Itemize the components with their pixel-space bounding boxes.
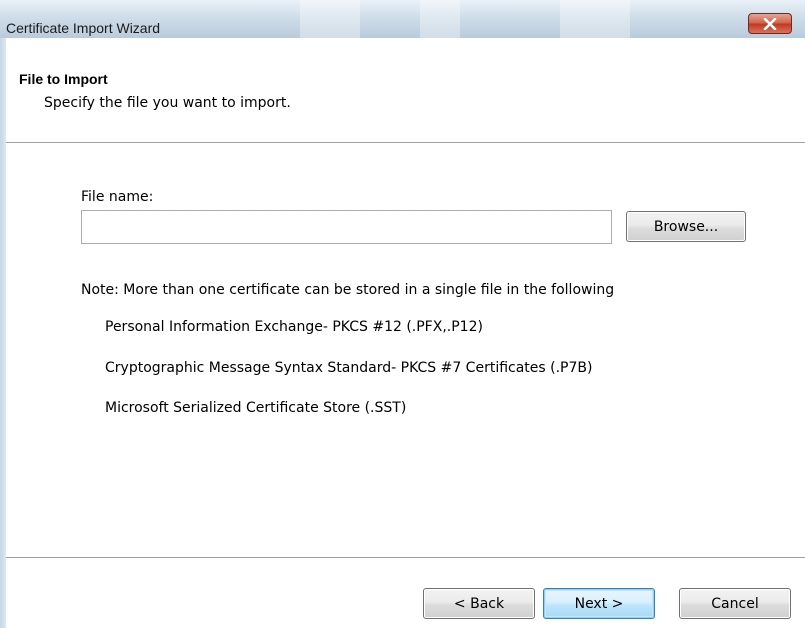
- cancel-button[interactable]: Cancel: [679, 588, 791, 619]
- page-title: File to Import: [19, 71, 108, 87]
- window-title: Certificate Import Wizard: [6, 20, 161, 36]
- file-name-input[interactable]: [81, 210, 612, 244]
- note-text: Note: More than one certificate can be s…: [81, 282, 615, 298]
- title-bar-highlight: [560, 0, 630, 38]
- back-button[interactable]: < Back: [423, 588, 535, 619]
- header-divider: [6, 142, 805, 143]
- next-button[interactable]: Next >: [543, 588, 655, 619]
- format-item-pfx: Personal Information Exchange- PKCS #12 …: [105, 319, 483, 335]
- file-name-label: File name:: [81, 189, 154, 205]
- close-button[interactable]: [748, 13, 792, 34]
- wizard-content: File to Import Specify the file you want…: [6, 38, 805, 628]
- format-item-p7b: Cryptographic Message Syntax Standard- P…: [105, 360, 593, 376]
- format-item-sst: Microsoft Serialized Certificate Store (…: [105, 400, 407, 416]
- title-bar-highlight: [300, 0, 360, 38]
- certificate-import-wizard-window: Certificate Import Wizard File to Import…: [0, 0, 805, 628]
- browse-button[interactable]: Browse...: [626, 211, 746, 242]
- close-icon: [763, 17, 777, 30]
- title-bar[interactable]: Certificate Import Wizard: [0, 0, 805, 38]
- footer-divider: [6, 557, 805, 558]
- title-bar-highlight: [420, 0, 460, 38]
- page-subtitle: Specify the file you want to import.: [44, 95, 291, 111]
